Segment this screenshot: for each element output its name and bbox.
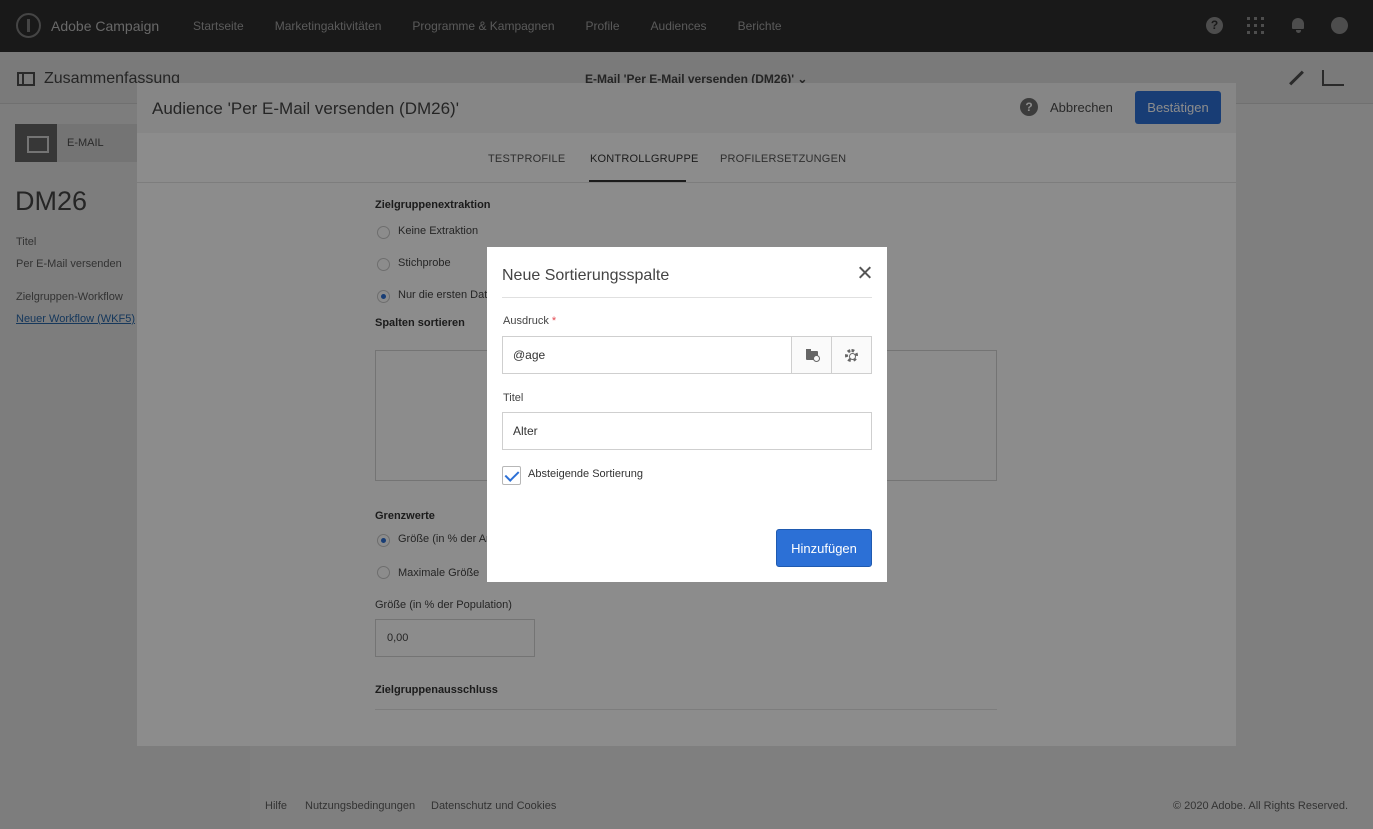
modal-title-divider — [502, 297, 872, 298]
close-icon[interactable] — [857, 265, 873, 281]
expression-browse-button[interactable] — [791, 337, 831, 373]
expression-input[interactable] — [503, 337, 791, 373]
expression-label-text: Ausdruck — [503, 315, 549, 327]
expression-settings-button[interactable] — [831, 337, 871, 373]
expression-field — [502, 336, 872, 374]
required-mark: * — [551, 315, 557, 327]
expression-label: Ausdruck * — [503, 315, 556, 327]
new-sort-column-modal: Neue Sortierungsspalte Ausdruck * Titel … — [487, 247, 887, 582]
descending-sort-checkbox[interactable] — [502, 466, 521, 485]
add-button[interactable]: Hinzufügen — [776, 529, 872, 567]
modal-title: Neue Sortierungsspalte — [502, 267, 670, 284]
title-field-label: Titel — [503, 392, 524, 404]
gear-icon — [845, 349, 858, 362]
folder-icon — [806, 349, 820, 362]
descending-sort-label[interactable]: Absteigende Sortierung — [528, 468, 643, 480]
title-input[interactable] — [502, 412, 872, 450]
